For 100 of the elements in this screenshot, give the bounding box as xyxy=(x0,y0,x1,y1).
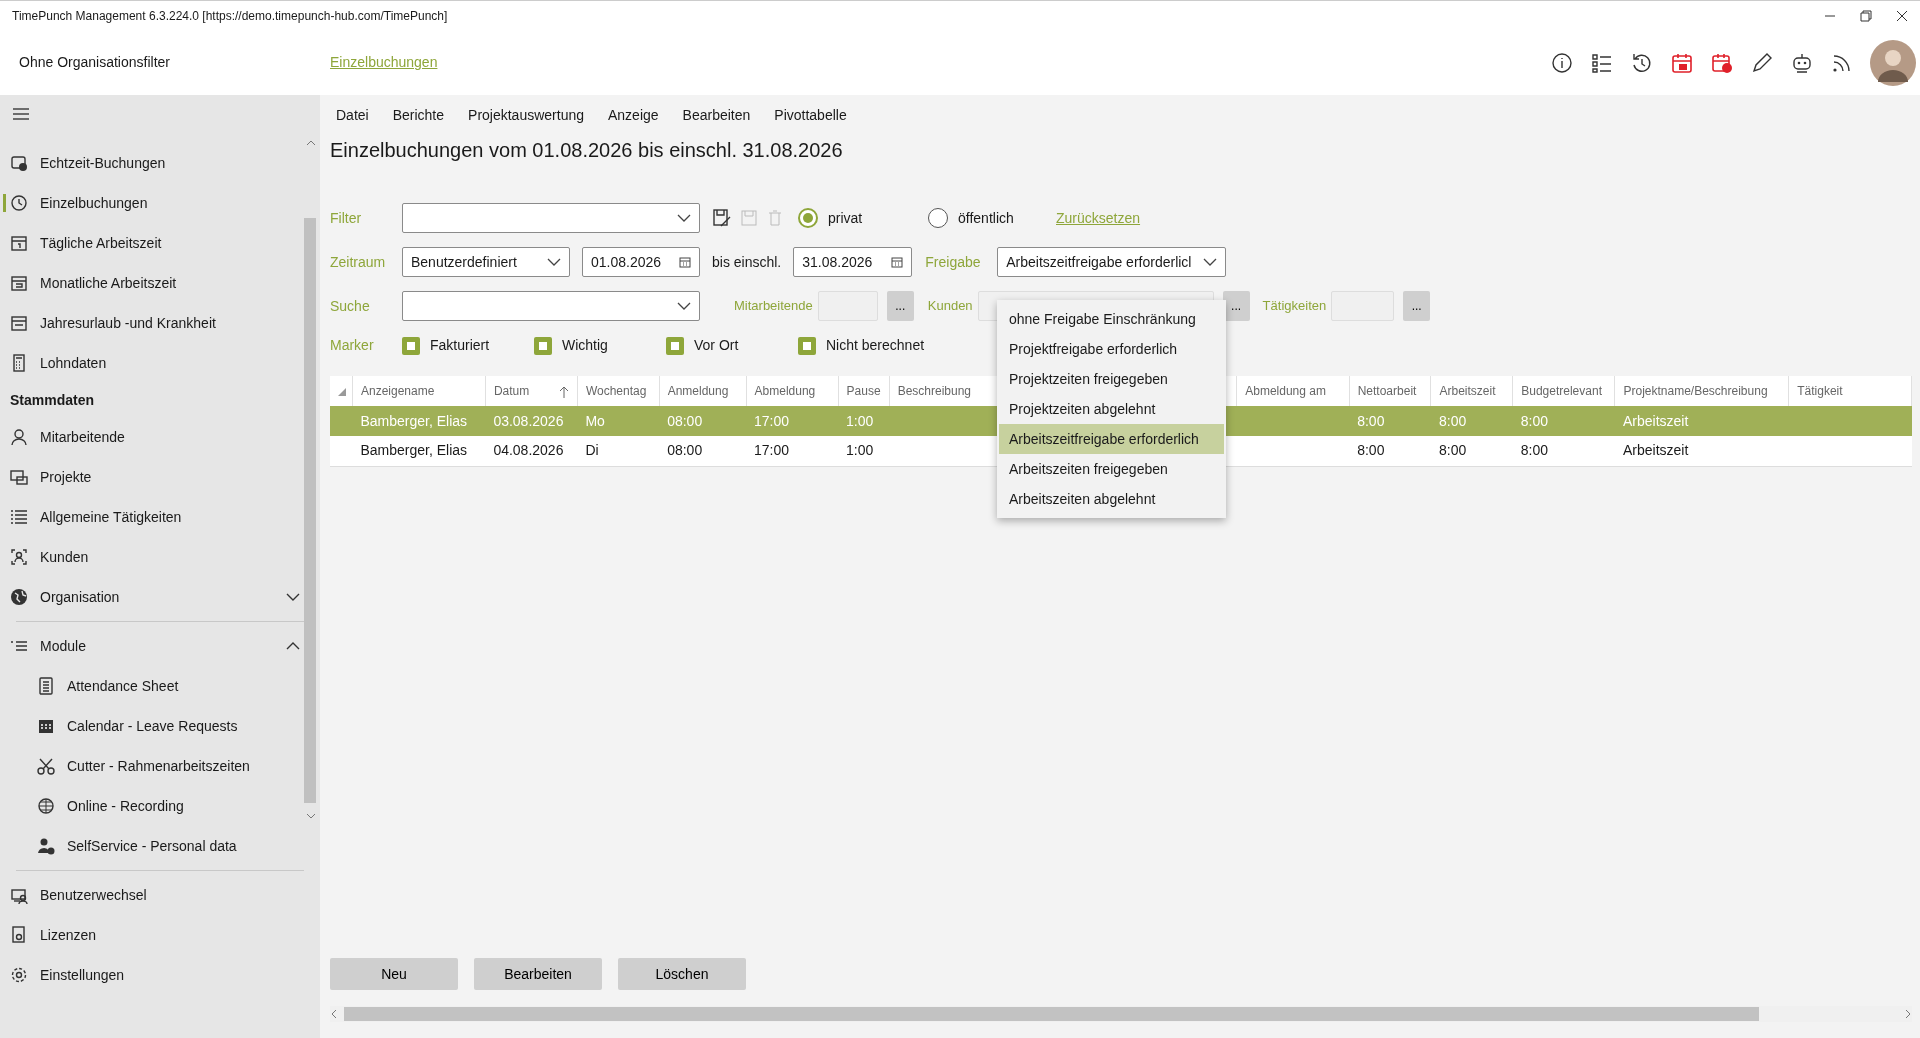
avatar[interactable] xyxy=(1870,39,1916,86)
table-cell: Arbeitszeit xyxy=(1622,412,1689,429)
menu-item[interactable]: Projektauswertung xyxy=(468,104,584,126)
action-button[interactable]: Löschen xyxy=(618,958,746,990)
scroll-up-icon[interactable] xyxy=(306,139,316,147)
menu-item[interactable]: Berichte xyxy=(392,104,445,126)
sidebar-item[interactable]: Lizenzen xyxy=(0,915,320,955)
field-label: Marker xyxy=(330,336,375,355)
menu-item[interactable]: Datei xyxy=(336,104,369,126)
dropdown-option[interactable]: Projektzeiten abgelehnt xyxy=(999,394,1224,424)
table-cell: Di xyxy=(585,442,599,459)
scroll-left-icon[interactable] xyxy=(330,1009,338,1019)
sidebar-item[interactable]: Cutter - Rahmenarbeitszeiten xyxy=(0,746,320,786)
sidebar-item[interactable]: Calendar - Leave Requests xyxy=(0,706,320,746)
menu-item[interactable]: Pivottabelle xyxy=(774,104,847,126)
sidebar-item[interactable]: Einzelbuchungen xyxy=(0,183,320,223)
pencil-icon[interactable] xyxy=(1750,50,1774,75)
sidebar-item[interactable]: Projekte xyxy=(0,457,320,497)
sidebar-item[interactable]: Echtzeit-Buchungen xyxy=(0,143,320,183)
page-heading: Einzelbuchungen vom 01.08.2026 bis einschl. 31.08.2026 xyxy=(330,138,844,163)
close-icon[interactable] xyxy=(1896,9,1908,22)
sidebar-item[interactable]: Module xyxy=(0,626,320,666)
field-label: Mitarbeitende xyxy=(734,297,813,316)
table-cell: 17:00 xyxy=(754,412,790,429)
menu-icon[interactable] xyxy=(12,107,30,121)
sidebar-item[interactable]: Monatliche Arbeitszeit xyxy=(0,263,320,303)
sidebar-item[interactable]: Allgemeine Tätigkeiten xyxy=(0,497,320,537)
sidebar-item[interactable]: Organisation xyxy=(0,577,320,617)
dropdown-option[interactable]: Projektfreigabe erforderlich xyxy=(999,334,1224,364)
scroll-right-icon[interactable] xyxy=(1904,1009,1912,1019)
item-icon xyxy=(37,717,55,735)
date-field[interactable]: 01.08.2026 xyxy=(582,247,700,277)
checkbox[interactable] xyxy=(534,336,552,355)
sidebar-item[interactable]: Kunden xyxy=(0,537,320,577)
more-button[interactable]: ... xyxy=(1403,291,1431,321)
more-button[interactable]: ... xyxy=(886,291,914,321)
table-cell: 04.08.2026 xyxy=(493,442,564,459)
dropdown[interactable]: Arbeitszeitfreigabe erforderlicl xyxy=(997,247,1227,277)
table-cell: 8:00 xyxy=(1438,442,1467,459)
action-button[interactable]: Neu xyxy=(330,958,458,990)
sidebar-item[interactable]: Online - Recording xyxy=(0,786,320,826)
item-icon xyxy=(37,797,55,815)
sidebar-item[interactable]: Einstellungen xyxy=(0,955,320,995)
save-edit-icon[interactable] xyxy=(712,208,732,228)
expand-icon[interactable] xyxy=(286,593,300,601)
radio-button[interactable] xyxy=(928,208,948,228)
table-cell: 08:00 xyxy=(667,412,703,429)
organization-filter[interactable]: Ohne Organisationsfilter xyxy=(0,52,330,73)
dropdown[interactable] xyxy=(402,291,700,321)
column-header[interactable]: Tätigkeit xyxy=(1797,384,1843,398)
sort-corner-icon[interactable] xyxy=(338,387,346,396)
checkbox[interactable] xyxy=(666,336,684,355)
sidebar-item[interactable]: Attendance Sheet xyxy=(0,666,320,706)
dropdown-option[interactable]: Arbeitszeiten freigegeben xyxy=(999,454,1224,484)
scrollbar-thumb[interactable] xyxy=(304,218,316,803)
checkbox-label: Wichtig xyxy=(562,336,608,355)
item-icon xyxy=(10,926,28,944)
info-icon[interactable] xyxy=(1550,50,1574,75)
field-label: bis einschl. xyxy=(712,252,782,272)
table-cell: 08:00 xyxy=(667,442,703,459)
item-icon xyxy=(10,234,28,252)
action-button[interactable]: Bearbeiten xyxy=(474,958,602,990)
dropdown-option[interactable]: Arbeitszeiten abgelehnt xyxy=(999,484,1224,514)
dropdown[interactable]: Benutzerdefiniert xyxy=(402,247,570,277)
item-icon xyxy=(37,757,55,775)
menu-item[interactable]: Anzeige xyxy=(608,104,659,126)
calendar-icon xyxy=(891,256,904,268)
dropdown-option[interactable]: Projektzeiten freigegeben xyxy=(999,364,1224,394)
table-cell: 03.08.2026 xyxy=(493,412,564,429)
menu-item[interactable]: Bearbeiten xyxy=(682,104,751,126)
item-icon xyxy=(37,837,55,855)
sidebar-item[interactable]: Tägliche Arbeitszeit xyxy=(0,223,320,263)
dropdown[interactable] xyxy=(402,203,700,233)
column-header[interactable]: Datum xyxy=(493,384,530,398)
table-cell: Bamberger, Elias xyxy=(360,442,468,459)
collapse-icon[interactable] xyxy=(286,642,300,650)
more-button[interactable]: ... xyxy=(1222,291,1250,321)
restore-icon[interactable] xyxy=(1860,9,1872,22)
radio-button[interactable] xyxy=(798,208,818,228)
checkbox-label: Nicht berechnet xyxy=(826,336,925,355)
checkbox[interactable] xyxy=(798,336,816,355)
scrollbar-thumb[interactable] xyxy=(344,1007,1759,1021)
item-icon xyxy=(10,588,28,606)
checkbox[interactable] xyxy=(402,336,420,355)
sidebar-item[interactable]: Jahresurlaub -und Krankheit xyxy=(0,303,320,343)
sidebar-item[interactable]: Lohndaten xyxy=(0,343,320,383)
table-cell: 8:00 xyxy=(1357,412,1385,429)
sidebar-item[interactable]: SelfService - Personal data xyxy=(0,826,320,866)
sidebar-item[interactable]: Benutzerwechsel xyxy=(0,875,320,915)
table-cell: 8:00 xyxy=(1520,412,1548,429)
sort-up-icon[interactable] xyxy=(558,386,569,398)
scroll-down-icon[interactable] xyxy=(306,812,316,820)
field-label: Suche xyxy=(330,296,371,316)
radio-label: privat xyxy=(828,208,863,228)
dropdown-option[interactable]: ohne Freigabe Einschränkung xyxy=(999,304,1224,334)
sidebar-item[interactable]: Mitarbeitende xyxy=(0,417,320,457)
item-icon xyxy=(37,677,55,695)
date-field[interactable]: 31.08.2026 xyxy=(793,247,913,277)
item-icon xyxy=(10,154,28,172)
dropdown-option[interactable]: Arbeitszeitfreigabe erforderlich xyxy=(999,424,1224,454)
